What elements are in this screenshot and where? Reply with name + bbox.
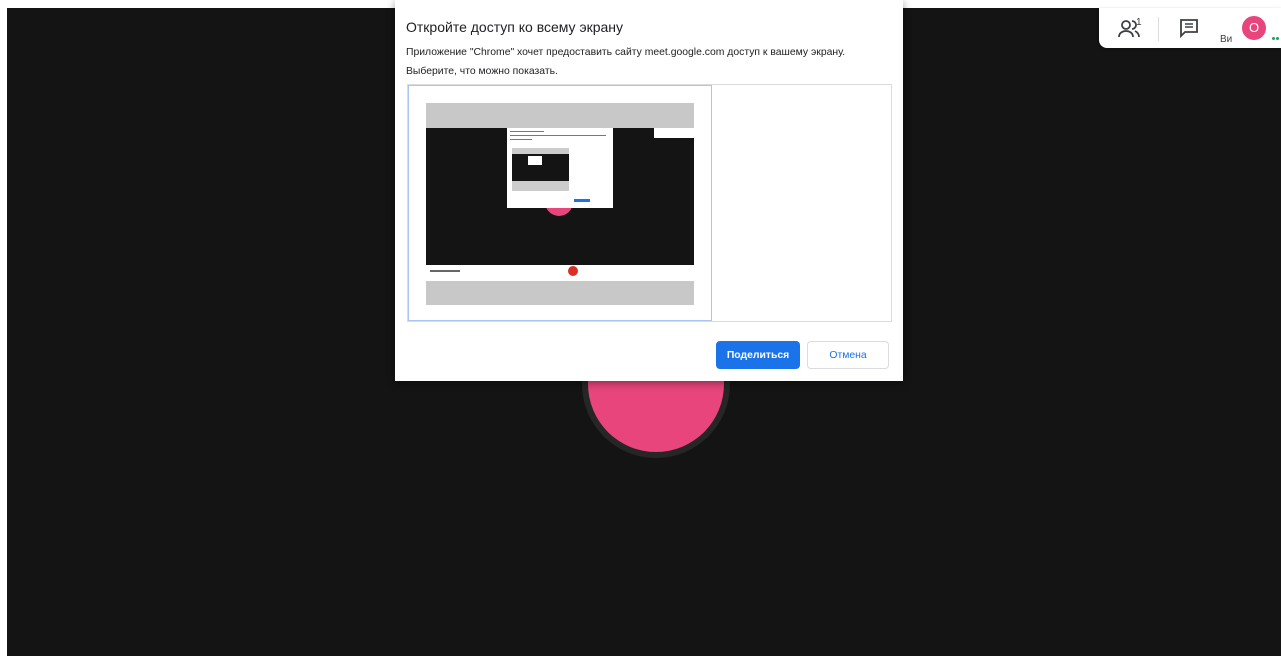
dialog-description: Приложение "Chrome" хочет предоставить с… (406, 47, 846, 77)
cancel-button[interactable]: Отмена (807, 341, 889, 369)
self-avatar[interactable]: О (1242, 16, 1266, 40)
share-button[interactable]: Поделиться (716, 341, 800, 369)
screen-thumbnail[interactable] (408, 85, 712, 321)
meeting-topbar: 1 Ви О (1099, 8, 1281, 48)
divider (1158, 17, 1159, 41)
chat-icon[interactable] (1178, 18, 1200, 38)
self-label: Ви (1220, 34, 1233, 45)
dialog-title: Откройте доступ ко всему экрану (406, 19, 624, 35)
speaking-indicator-icon (1272, 37, 1281, 40)
participant-count: 1 (1136, 17, 1142, 28)
screen-preview (426, 103, 694, 305)
screen-share-dialog: Откройте доступ ко всему экрану Приложен… (395, 0, 903, 381)
screen-source-list (407, 84, 892, 322)
